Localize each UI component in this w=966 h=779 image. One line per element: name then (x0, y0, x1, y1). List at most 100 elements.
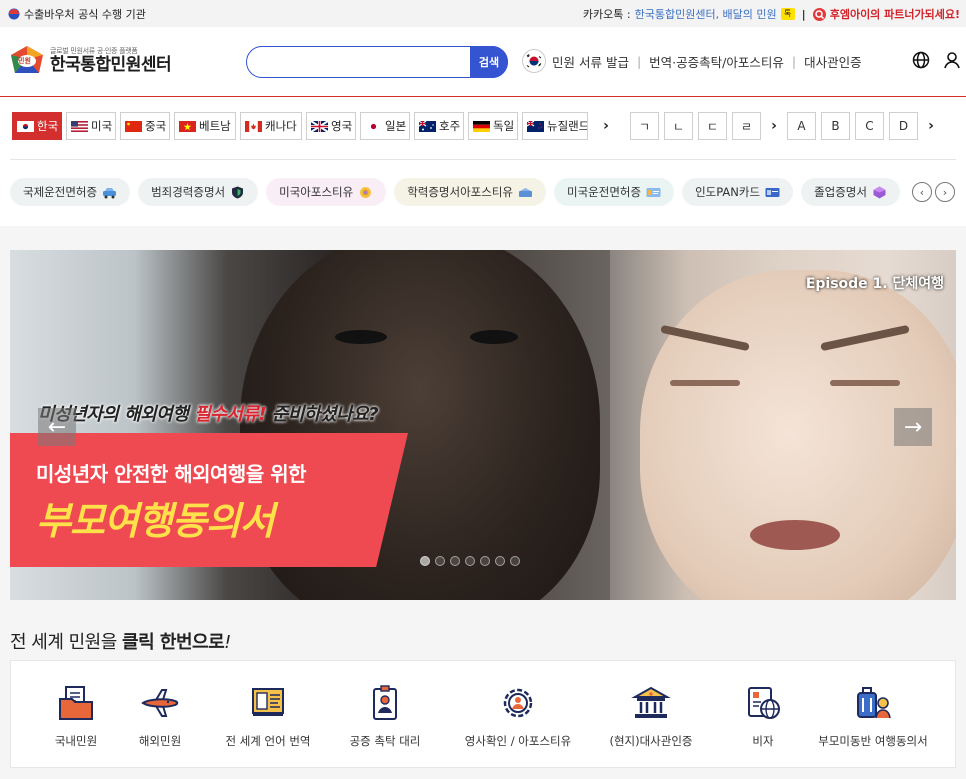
chip-next-icon[interactable]: › (935, 182, 955, 202)
service-label: 공증 촉탁 대리 (349, 734, 421, 748)
tab-country-japan[interactable]: 일본 (360, 112, 410, 140)
banner-line2: 부모여행동의서 (36, 499, 275, 543)
tab-label: 뉴질랜드 (547, 119, 588, 133)
id-badge-icon (373, 685, 397, 720)
service-embassy[interactable]: (현지)대사관인증 (586, 683, 716, 749)
airplane-icon (141, 689, 179, 717)
letter-en-2[interactable]: B (821, 112, 850, 140)
flag-uk-icon (311, 120, 328, 132)
service-label: 전 세계 언어 번역 (225, 734, 311, 748)
banner-prev-icon[interactable]: ← (38, 408, 76, 446)
chip-nav: ‹ › (912, 182, 955, 202)
chip-label: 미국운전면허증 (567, 185, 642, 199)
tab-label: 독일 (493, 119, 515, 133)
site-logo[interactable]: 민원 글로벌 민원서류 공·인증 플랫폼 한국통합민원센터 (10, 45, 172, 75)
nav-document-issuance[interactable]: 민원 서류 발급 (552, 52, 629, 71)
tab-country-vietnam[interactable]: 베트남 (174, 112, 236, 140)
mouth-shape (750, 520, 840, 550)
quick-chips: 국제운전면허증 범죄경력증명서 미국아포스티유 학력증명서아포스티유 미국운전면… (10, 178, 900, 206)
embassy-building-icon (631, 686, 671, 718)
logo-title: 한국통합민원센터 (50, 55, 172, 75)
chip-criminal-record[interactable]: 범죄경력증명서 (138, 178, 259, 206)
chip-india-pan[interactable]: 인도PAN카드 (682, 178, 794, 206)
diploma-icon (519, 187, 532, 197)
chip-us-license[interactable]: 미국운전면허증 (554, 178, 675, 206)
logo-text: 글로벌 민원서류 공·인증 플랫폼 한국통합민원센터 (50, 46, 172, 75)
tab-label: 한국 (37, 119, 59, 133)
brow-shape (820, 324, 910, 352)
globe-icon[interactable] (912, 51, 930, 69)
service-label: 영사확인 / 아포스티유 (464, 734, 572, 748)
nav-divider: | (636, 53, 642, 69)
flag-usa-icon (71, 120, 88, 132)
service-notary[interactable]: 공증 촉탁 대리 (320, 683, 450, 749)
brow-shape (660, 324, 750, 352)
banner-dot[interactable] (495, 556, 505, 566)
flag-japan-icon (365, 120, 382, 132)
banner-line1: 미성년자 안전한 해외여행을 위한 (36, 462, 307, 486)
tab-country-canada[interactable]: 캐나다 (240, 112, 302, 140)
header-icons (912, 51, 960, 69)
banner-dot[interactable] (480, 556, 490, 566)
letter-en-1[interactable]: A (787, 112, 816, 140)
service-translation[interactable]: 전 세계 언어 번역 (203, 683, 333, 749)
service-label: 국내민원 (54, 734, 98, 748)
kakao-talk-icon: 톡 (780, 8, 795, 20)
letter-ko-3[interactable]: ㄷ (698, 112, 727, 140)
card-icon (765, 187, 780, 197)
search-button[interactable]: 검색 (470, 45, 508, 78)
nav-translation-notary[interactable]: 번역·공증촉탁/아포스티유 (649, 52, 784, 71)
logo-badge: 민원 (18, 57, 31, 65)
section-title: 전 세계 민원을 클릭 한번으로! (10, 628, 231, 654)
chip-label: 국제운전면허증 (23, 185, 98, 199)
visa-globe-icon (748, 687, 780, 719)
chip-prev-icon[interactable]: ‹ (912, 182, 932, 202)
letter-ko-1[interactable]: ㄱ (630, 112, 659, 140)
chip-us-apostille[interactable]: 미국아포스티유 (266, 178, 387, 206)
banner-dot[interactable] (510, 556, 520, 566)
chip-education-apostille[interactable]: 학력증명서아포스티유 (394, 178, 546, 206)
banner-dot[interactable] (465, 556, 475, 566)
service-label: 해외민원 (138, 734, 182, 748)
chip-graduation-cert[interactable]: 졸업증명서 (801, 178, 900, 206)
banner-dot[interactable] (450, 556, 460, 566)
magnifier-badge-icon (812, 7, 826, 21)
tab-label: 중국 (145, 119, 167, 133)
tab-country-germany[interactable]: 독일 (468, 112, 518, 140)
service-apostille[interactable]: 영사확인 / 아포스티유 (453, 683, 583, 749)
kakao-link[interactable]: 한국통합민원센터, 배달의 민원 (635, 6, 777, 22)
service-parental-consent[interactable]: 부모미동반 여행동의서 (808, 683, 938, 749)
search-input[interactable] (259, 53, 459, 71)
country-next-arrow-icon[interactable]: › (596, 112, 616, 140)
tab-country-usa[interactable]: 미국 (66, 112, 116, 140)
banner-headline: 미성년자의 해외여행 필수서류! 준비하셨나요? (38, 400, 379, 426)
folder-document-icon (59, 686, 93, 720)
tab-country-newzealand[interactable]: 뉴질랜드 (522, 112, 588, 140)
luggage-child-icon (857, 687, 891, 719)
header-nav: 민원 서류 발급 | 번역·공증촉탁/아포스티유 | 대사관인증 (522, 49, 862, 73)
chip-intl-license[interactable]: 국제운전면허증 (10, 178, 131, 206)
partner-link[interactable]: 후엠아이의 파트너가되세요! (830, 6, 960, 22)
nav-divider: | (791, 53, 797, 69)
tab-country-china[interactable]: 중국 (120, 112, 170, 140)
letter-en-4[interactable]: D (889, 112, 918, 140)
banner-dot[interactable] (435, 556, 445, 566)
letter-en-3[interactable]: C (855, 112, 884, 140)
tab-country-korea[interactable]: 한국 (12, 112, 62, 140)
nav-embassy-certification[interactable]: 대사관인증 (804, 52, 862, 71)
user-icon[interactable] (944, 51, 960, 69)
flag-canada-icon (245, 120, 262, 132)
tab-country-uk[interactable]: 영국 (306, 112, 356, 140)
logo-mark-icon: 민원 (10, 45, 44, 75)
top-divider: | (801, 7, 806, 21)
service-label: (현지)대사관인증 (609, 734, 693, 748)
tab-country-australia[interactable]: 호주 (414, 112, 464, 140)
gear-person-icon (503, 688, 533, 718)
letters-ko-next-icon[interactable]: › (766, 112, 782, 140)
letters-en-next-icon[interactable]: › (923, 112, 939, 140)
banner-next-icon[interactable]: → (894, 408, 932, 446)
hero-banner[interactable]: Episode 1. 단체여행 미성년자의 해외여행 필수서류! 준비하셨나요?… (10, 250, 956, 600)
letter-ko-4[interactable]: ㄹ (732, 112, 761, 140)
banner-dot[interactable] (420, 556, 430, 566)
letter-ko-2[interactable]: ㄴ (664, 112, 693, 140)
